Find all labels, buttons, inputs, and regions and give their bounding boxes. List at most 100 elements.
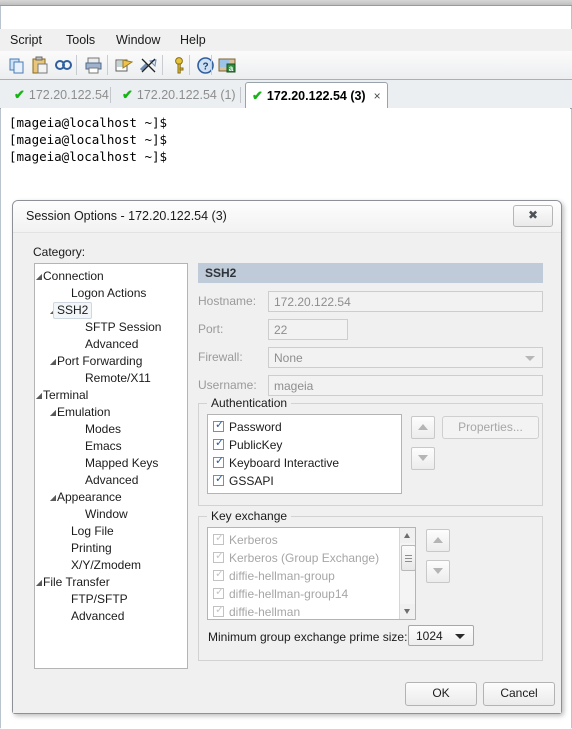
session-options-icon[interactable] [115, 56, 134, 75]
field-hostname-input[interactable]: 172.20.122.54 [268, 291, 543, 312]
authentication-group: Authentication ✓ Password ✓ PublicKey ✓ Keybo… [198, 396, 543, 506]
checkbox-icon[interactable]: ✓ [213, 605, 224, 617]
key-exchange-scrollbar[interactable] [399, 528, 415, 619]
session-tab-3[interactable]: ✔ 172.20.122.54 (3) × [245, 82, 388, 110]
pane-header: SSH2 [198, 263, 543, 283]
check-icon: ✓ [215, 550, 225, 562]
kex-move-down-button[interactable] [426, 560, 450, 583]
terminal-line: [mageia@localhost ~]$ [9, 149, 168, 164]
menu-item-tools[interactable]: Tools [62, 32, 99, 48]
field-firewall-input[interactable]: None [268, 347, 543, 368]
checkbox-icon[interactable]: ✓ [213, 569, 224, 581]
tab-separator [110, 87, 111, 103]
kex-move-up-button[interactable] [426, 529, 450, 552]
list-item[interactable]: ✓ diffie-hellman-group [208, 567, 402, 585]
tree-item-connection[interactable]: ◢ Connection [35, 268, 187, 285]
checkbox-icon[interactable]: ✓ [213, 438, 224, 450]
dialog-body: Category: ◢ConnectionLogon Actions◢SSH2S… [13, 233, 561, 713]
cancel-button[interactable]: Cancel [483, 682, 555, 706]
tree-item-emacs[interactable]: Emacs [35, 438, 187, 455]
min-prime-size-select[interactable]: 1024 [408, 625, 474, 646]
authentication-list[interactable]: ✓ Password ✓ PublicKey ✓ Keyboard Interactive… [207, 414, 402, 494]
list-item[interactable]: ✓ Kerberos [208, 531, 402, 549]
tree-item-label: Emulation [57, 405, 111, 419]
auth-move-up-button[interactable] [411, 416, 435, 439]
dialog-title: Session Options - 172.20.122.54 (3) [26, 209, 227, 223]
list-item[interactable]: ✓ diffie-hellman [208, 603, 402, 619]
category-tree[interactable]: ◢ConnectionLogon Actions ◢SSH2SFTP Sessio… [34, 263, 188, 669]
disconnect-icon[interactable] [139, 56, 158, 75]
toolbar-separator [189, 55, 190, 75]
menu-item-window[interactable]: Window [112, 32, 164, 48]
paste-icon[interactable] [31, 56, 50, 75]
field-label-username: Username: [198, 378, 257, 392]
tree-item-port-forwarding[interactable]: ◢ Port Forwarding [35, 353, 187, 370]
tree-item-advanced[interactable]: Advanced [35, 608, 187, 625]
list-item[interactable]: ✓ diffie-hellman-group14 [208, 585, 402, 603]
min-prime-size-label: Minimum group exchange prime size: [208, 630, 408, 644]
scrollbar-thumb[interactable] [401, 545, 415, 571]
field-label-port: Port: [198, 322, 224, 336]
copy-icon[interactable] [8, 56, 27, 75]
tab-close-icon[interactable]: × [374, 89, 381, 103]
scroll-down-button[interactable] [400, 604, 415, 619]
list-item[interactable]: ✓ Password [208, 418, 401, 436]
field-label-hostname: Hostname: [198, 294, 257, 308]
find-icon[interactable] [54, 56, 73, 75]
tree-item-appearance[interactable]: ◢ Appearance [35, 489, 187, 506]
tree-item-emulation[interactable]: ◢ Emulation [35, 404, 187, 421]
session-tab-1[interactable]: ✔ 172.20.122.54 [8, 82, 115, 107]
tree-item-modes[interactable]: Modes [35, 421, 187, 438]
auth-move-down-button[interactable] [411, 447, 435, 470]
tree-item-sftp-session[interactable]: SFTP Session [35, 319, 187, 336]
tree-item-remote-x11[interactable]: Remote/X11 [35, 370, 187, 387]
tree-item-window[interactable]: Window [35, 506, 187, 523]
list-item[interactable]: ✓ Keyboard Interactive [208, 454, 401, 472]
field-value: 172.20.122.54 [274, 295, 351, 309]
help-icon[interactable]: ? [196, 56, 215, 75]
scroll-up-button[interactable] [400, 528, 415, 543]
checkbox-icon[interactable]: ✓ [213, 533, 224, 545]
tree-item-label: Connection [43, 269, 104, 283]
tree-item-ssh2[interactable]: ◢SSH2 [35, 302, 187, 319]
list-item[interactable]: ✓ PublicKey [208, 436, 401, 454]
list-item[interactable]: ✓ GSSAPI [208, 472, 401, 490]
tree-item-file-transfer[interactable]: ◢ File Transfer [35, 574, 187, 591]
screen-capture-icon[interactable]: a [218, 56, 237, 75]
key-exchange-list[interactable]: ✓ Kerberos ✓ Kerberos (Group Exchange) ✓ diff… [207, 527, 416, 620]
list-item[interactable]: ✓ Kerberos (Group Exchange) [208, 549, 402, 567]
field-port-input[interactable]: 22 [268, 319, 348, 340]
toolbar: ? a [0, 51, 572, 80]
tree-item-mapped-keys[interactable]: Mapped Keys [35, 455, 187, 472]
menu-item-help[interactable]: Help [176, 32, 210, 48]
tree-item-label: Terminal [43, 388, 89, 402]
tree-item-ftp-sftp[interactable]: FTP/SFTP [35, 591, 187, 608]
auth-properties-button[interactable]: Properties... [442, 416, 539, 439]
tree-item-log-file[interactable]: Log File [35, 523, 187, 540]
tree-item-printing[interactable]: Printing [35, 540, 187, 557]
tree-item-terminal[interactable]: ◢ Terminal [35, 387, 187, 404]
session-tab-2[interactable]: ✔ 172.20.122.54 (1) [116, 82, 242, 107]
checkbox-icon[interactable]: ✓ [213, 550, 225, 563]
tree-item-advanced[interactable]: Advanced [35, 336, 187, 353]
tree-item-label: Logon Actions [71, 286, 147, 300]
field-value: mageia [274, 379, 314, 393]
tab-connected-check-icon: ✔ [14, 87, 25, 102]
menu-item-script[interactable]: Script [6, 32, 46, 48]
tree-item-logon-actions[interactable]: Logon Actions [35, 285, 187, 302]
key-icon[interactable] [170, 56, 189, 75]
checkbox-icon[interactable]: ✓ [213, 420, 224, 432]
field-username-input[interactable]: mageia [268, 375, 543, 396]
tree-item-label: SSH2 [53, 302, 93, 319]
close-icon[interactable]: ✖ [513, 205, 553, 227]
checkbox-icon[interactable]: ✓ [213, 474, 224, 486]
tree-item-x-y-zmodem[interactable]: X/Y/Zmodem [35, 557, 187, 574]
checkbox-icon[interactable]: ✓ [213, 456, 224, 468]
tab-label: 172.20.122.54 [28, 88, 109, 102]
checkbox-icon[interactable]: ✓ [213, 587, 224, 599]
triangle-up-icon [418, 424, 428, 430]
terminal-line: [mageia@localhost ~]$ [9, 115, 168, 130]
tree-item-advanced[interactable]: Advanced [35, 472, 187, 489]
ok-button[interactable]: OK [405, 682, 477, 706]
print-icon[interactable] [84, 56, 103, 75]
